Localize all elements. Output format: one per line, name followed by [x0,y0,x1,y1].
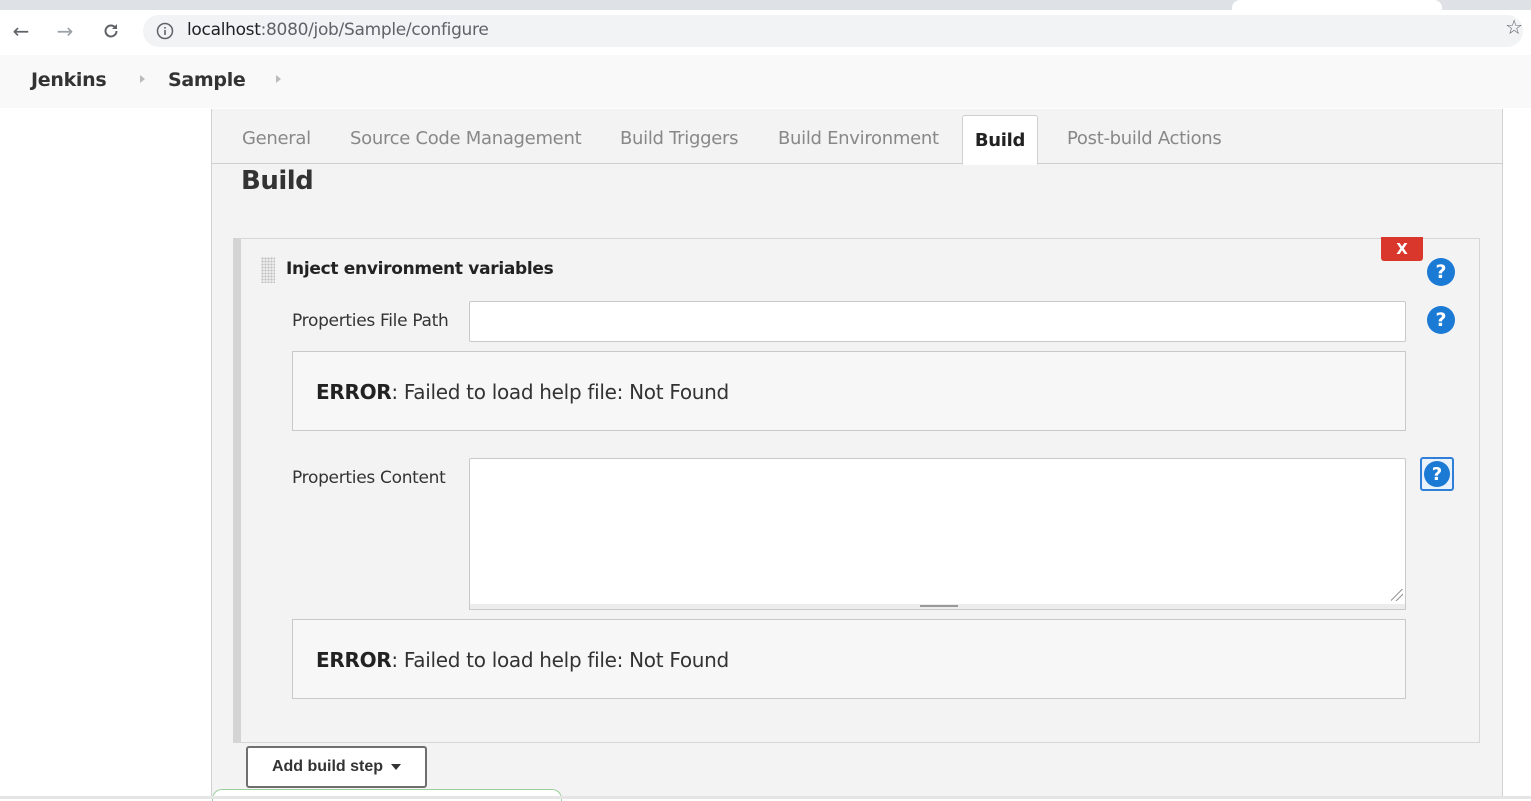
star-icon[interactable]: ☆ [1505,15,1523,39]
reload-svg [104,24,118,38]
browser-active-tab[interactable] [1232,0,1442,10]
url-path: :8080/job/Sample/configure [260,20,489,40]
url-text: localhost:8080/job/Sample/configure [187,20,489,40]
error-strong: ERROR [316,648,392,672]
tab-build-environment[interactable]: Build Environment [778,128,939,149]
tab-build-triggers[interactable]: Build Triggers [620,128,738,149]
breadcrumb-separator-icon[interactable] [276,75,281,83]
site-info-icon[interactable] [155,21,175,41]
config-panel: General Source Code Management Build Tri… [211,109,1503,799]
save-bar-edge [212,789,562,801]
address-bar[interactable]: localhost:8080/job/Sample/configure [143,15,1523,47]
properties-file-path-input[interactable] [469,301,1406,342]
textarea-expand-bar[interactable] [469,604,1406,610]
delete-step-button[interactable]: X [1381,237,1423,261]
back-icon[interactable]: ← [6,16,36,46]
drag-handle-icon[interactable] [261,257,275,283]
tab-general[interactable]: General [242,128,311,149]
section-title: Build [241,166,314,196]
help-focus-frame[interactable]: ? [1420,457,1454,491]
browser-tabstrip [0,0,1531,10]
grip-icon [920,605,958,607]
help-icon[interactable]: ? [1424,461,1450,487]
help-error-box: ERROR: Failed to load help file: Not Fou… [292,351,1406,431]
url-host: localhost [187,20,261,40]
build-step-card: Inject environment variables X ? Propert… [233,237,1480,743]
add-build-step-label: Add build step [271,758,384,775]
tab-post-build-actions[interactable]: Post-build Actions [1067,128,1222,149]
tab-source-code-management[interactable]: Source Code Management [350,128,582,149]
config-tabs: General Source Code Management Build Tri… [212,109,1502,165]
properties-file-path-label: Properties File Path [292,311,449,331]
step-title: Inject environment variables [286,259,554,279]
properties-content-label: Properties Content [292,468,446,488]
breadcrumb-jenkins[interactable]: Jenkins [31,69,107,91]
help-icon[interactable]: ? [1427,306,1455,334]
caret-down-icon [391,764,402,770]
properties-content-textarea[interactable] [469,458,1406,605]
error-strong: ERROR [316,380,392,404]
forward-icon[interactable]: → [50,16,80,46]
tab-build[interactable]: Build [962,115,1038,165]
breadcrumb-separator-icon[interactable] [140,75,145,83]
breadcrumb: Jenkins Sample [0,55,1531,108]
reload-icon[interactable] [96,16,126,46]
help-icon[interactable]: ? [1427,258,1455,286]
breadcrumb-sample[interactable]: Sample [168,69,246,91]
add-build-step-button[interactable]: Add build step [246,746,427,788]
resize-handle-icon[interactable] [1391,589,1403,601]
error-text: : Failed to load help file: Not Found [391,648,729,672]
help-error-box: ERROR: Failed to load help file: Not Fou… [292,619,1406,699]
browser-toolbar: ← → localhost:8080/job/Sample/configure … [0,10,1531,52]
error-text: : Failed to load help file: Not Found [391,380,729,404]
